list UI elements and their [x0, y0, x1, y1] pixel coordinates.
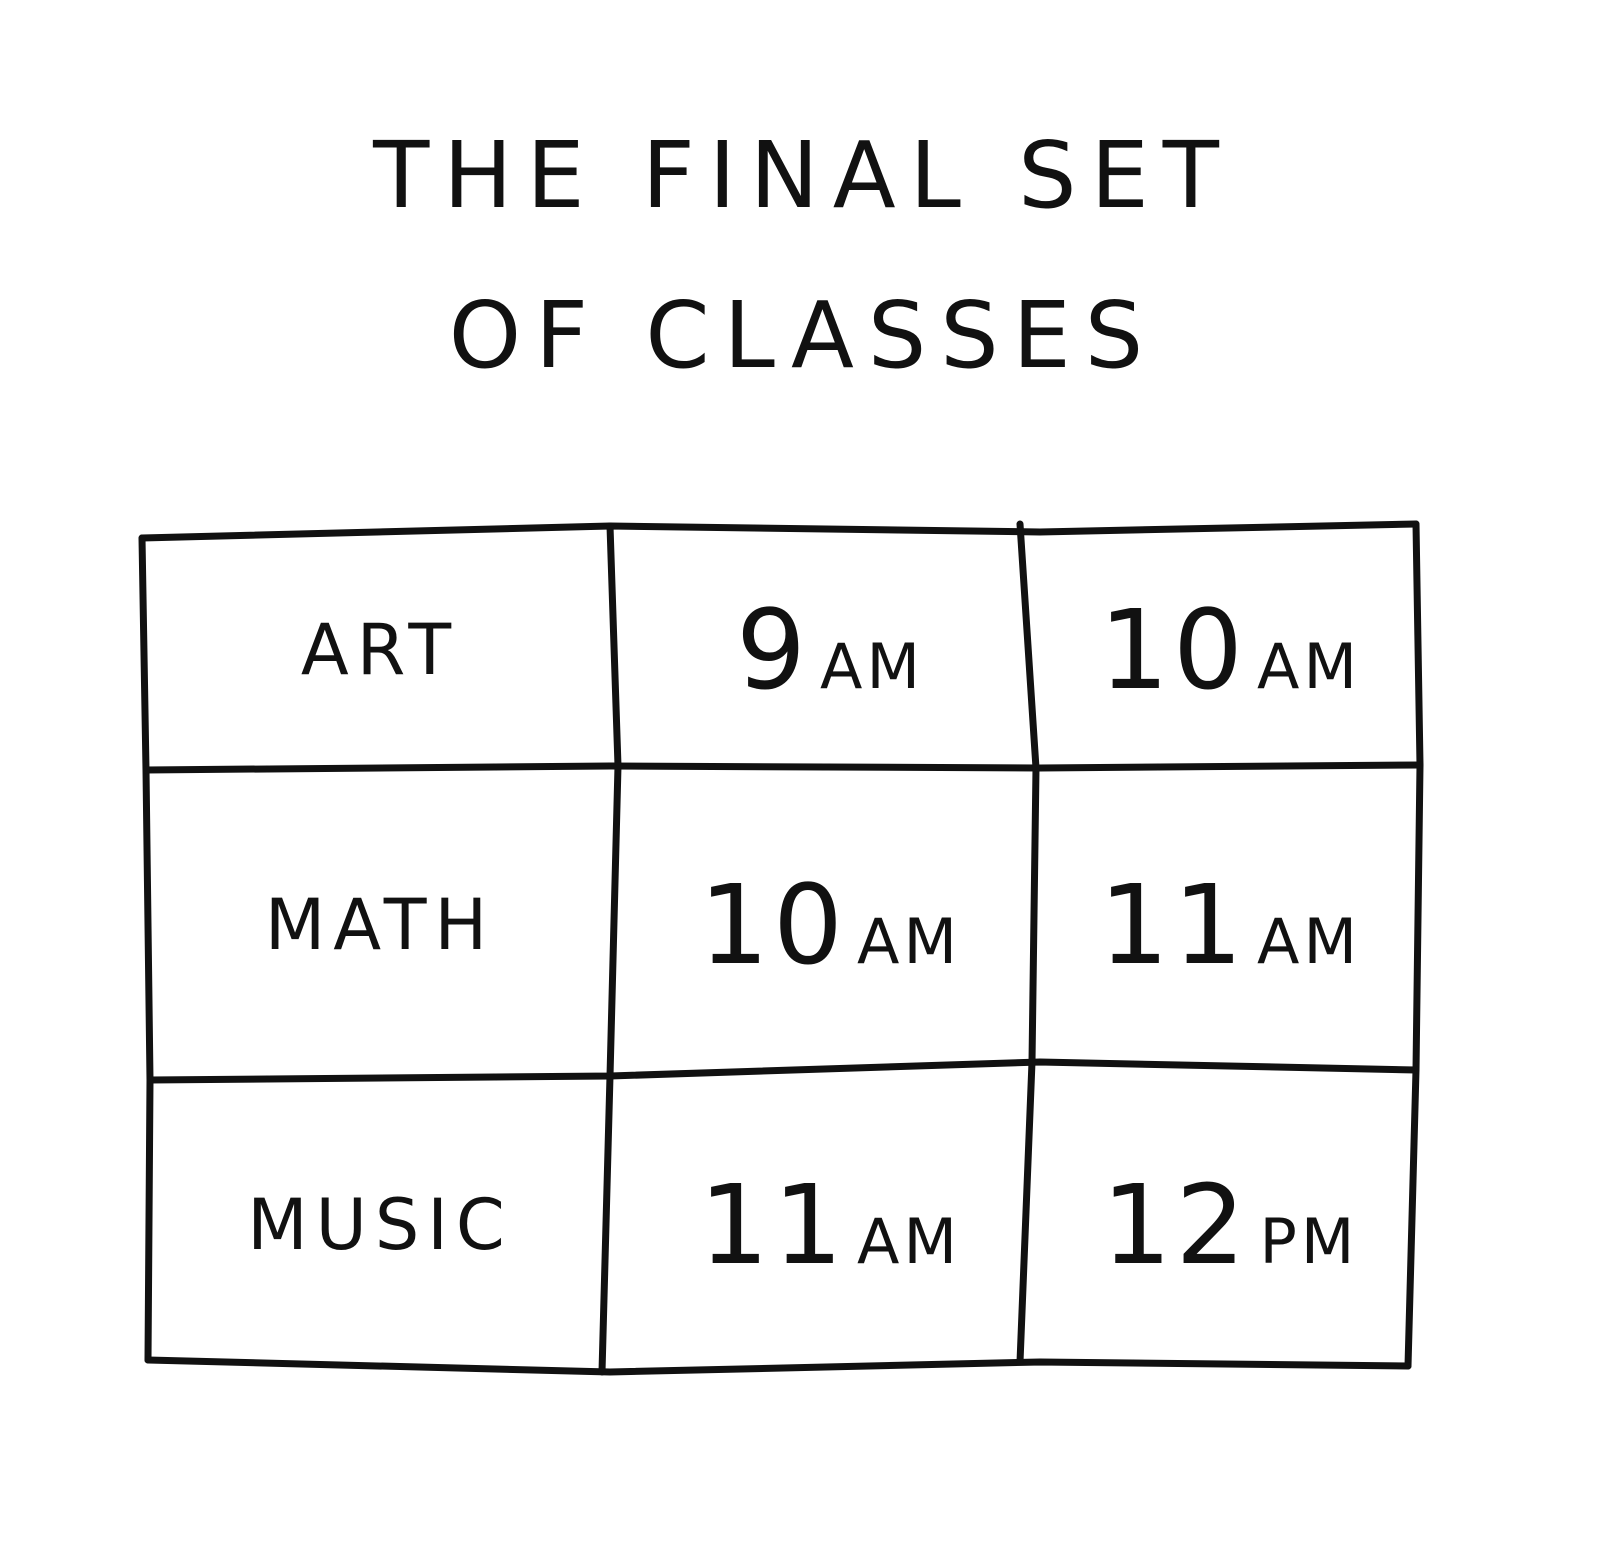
time-cell: 9 AM	[620, 530, 1040, 770]
time-cell: 10 AM	[1040, 530, 1420, 770]
time-number: 9	[736, 586, 811, 714]
time-number: 11	[1099, 861, 1248, 989]
title-line-2: OF CLASSES	[448, 282, 1158, 389]
time-number: 11	[699, 1161, 848, 1289]
time-suffix: PM	[1259, 1205, 1359, 1278]
table-row: MUSIC	[140, 1080, 620, 1370]
time-suffix: AM	[1257, 905, 1361, 978]
time-number: 10	[699, 861, 848, 989]
time-number: 12	[1101, 1161, 1250, 1289]
time-cell: 12 PM	[1040, 1080, 1420, 1370]
time-suffix: AM	[1257, 630, 1361, 703]
title-line-1: THE FINAL SET	[373, 122, 1233, 229]
time-suffix: AM	[820, 630, 924, 703]
time-cell: 11 AM	[620, 1080, 1040, 1370]
time-suffix: AM	[857, 905, 961, 978]
time-suffix: AM	[857, 1205, 961, 1278]
table-row: MATH	[140, 770, 620, 1080]
time-number: 10	[1099, 586, 1248, 714]
class-name: ART	[300, 609, 460, 691]
table-row: ART	[140, 530, 620, 770]
time-cell: 11 AM	[1040, 770, 1420, 1080]
schedule-table: ART 9 AM 10 AM MATH 10 AM 11 AM MUSIC 11	[138, 520, 1424, 1376]
class-name: MUSIC	[247, 1184, 513, 1266]
time-cell: 10 AM	[620, 770, 1040, 1080]
class-name: MATH	[264, 884, 496, 966]
